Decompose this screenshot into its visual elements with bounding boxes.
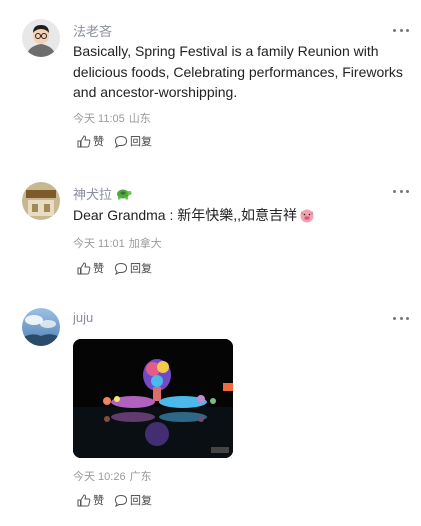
chat-bubble-icon bbox=[114, 494, 128, 507]
comment-meta: 今天 11:01 加拿大 bbox=[73, 235, 162, 251]
like-label: 赞 bbox=[93, 263, 104, 275]
comment-time: 今天 11:01 bbox=[73, 238, 125, 250]
comment-location: 广东 bbox=[129, 471, 152, 483]
reply-button[interactable]: 回复 bbox=[114, 492, 152, 508]
username[interactable]: juju bbox=[73, 310, 93, 325]
comment-time: 今天 10:26 bbox=[73, 471, 126, 483]
comment-text-content: Dear Grandma : 新年快樂,,如意吉祥 bbox=[73, 207, 298, 223]
comment-actions: 赞 回复 bbox=[77, 492, 152, 508]
username-text: 神犬拉 bbox=[73, 187, 113, 202]
comment-item: 神犬拉 Dear Grandma : 新年快樂,,如意吉祥 今天 11:01 加拿… bbox=[0, 160, 421, 290]
comment-time: 今天 11:05 bbox=[73, 113, 125, 125]
comment-location: 山东 bbox=[128, 113, 151, 125]
comment-item: 法老吝 Basically, Spring Festival is a fami… bbox=[0, 0, 421, 160]
avatar[interactable] bbox=[22, 308, 60, 346]
chat-bubble-icon bbox=[114, 262, 128, 275]
avatar[interactable] bbox=[22, 182, 60, 220]
like-label: 赞 bbox=[93, 495, 104, 507]
chat-bubble-icon bbox=[114, 135, 128, 148]
like-label: 赞 bbox=[93, 136, 104, 148]
like-button[interactable]: 赞 bbox=[77, 492, 104, 508]
pig-emoji-icon bbox=[300, 209, 314, 223]
comment-meta: 今天 10:26 广东 bbox=[73, 468, 152, 484]
like-button[interactable]: 赞 bbox=[77, 260, 104, 276]
thumb-up-icon bbox=[77, 261, 91, 274]
username[interactable]: 法老吝 bbox=[73, 21, 112, 40]
thumb-up-icon bbox=[77, 493, 91, 506]
comment-image[interactable] bbox=[73, 339, 233, 458]
reply-label: 回复 bbox=[130, 495, 152, 507]
more-options-icon[interactable] bbox=[393, 317, 409, 321]
thumb-up-icon bbox=[77, 134, 91, 147]
avatar[interactable] bbox=[22, 19, 60, 57]
reply-label: 回复 bbox=[130, 263, 152, 275]
reply-button[interactable]: 回复 bbox=[114, 260, 152, 276]
username[interactable]: 神犬拉 bbox=[73, 184, 132, 203]
comment-location: 加拿大 bbox=[128, 238, 162, 250]
comment-text: Dear Grandma : 新年快樂,,如意吉祥 bbox=[73, 205, 413, 226]
comment-actions: 赞 回复 bbox=[77, 133, 152, 149]
more-options-icon[interactable] bbox=[393, 29, 409, 33]
comment-item: juju 今天 10:26 广东 赞 回复 bbox=[0, 290, 421, 526]
comment-actions: 赞 回复 bbox=[77, 260, 152, 276]
reply-button[interactable]: 回复 bbox=[114, 133, 152, 149]
comment-meta: 今天 11:05 山东 bbox=[73, 110, 151, 126]
reply-label: 回复 bbox=[130, 136, 152, 148]
more-options-icon[interactable] bbox=[393, 190, 409, 194]
turtle-emoji-icon bbox=[117, 189, 132, 200]
like-button[interactable]: 赞 bbox=[77, 133, 104, 149]
comment-text: Basically, Spring Festival is a family R… bbox=[73, 43, 403, 100]
